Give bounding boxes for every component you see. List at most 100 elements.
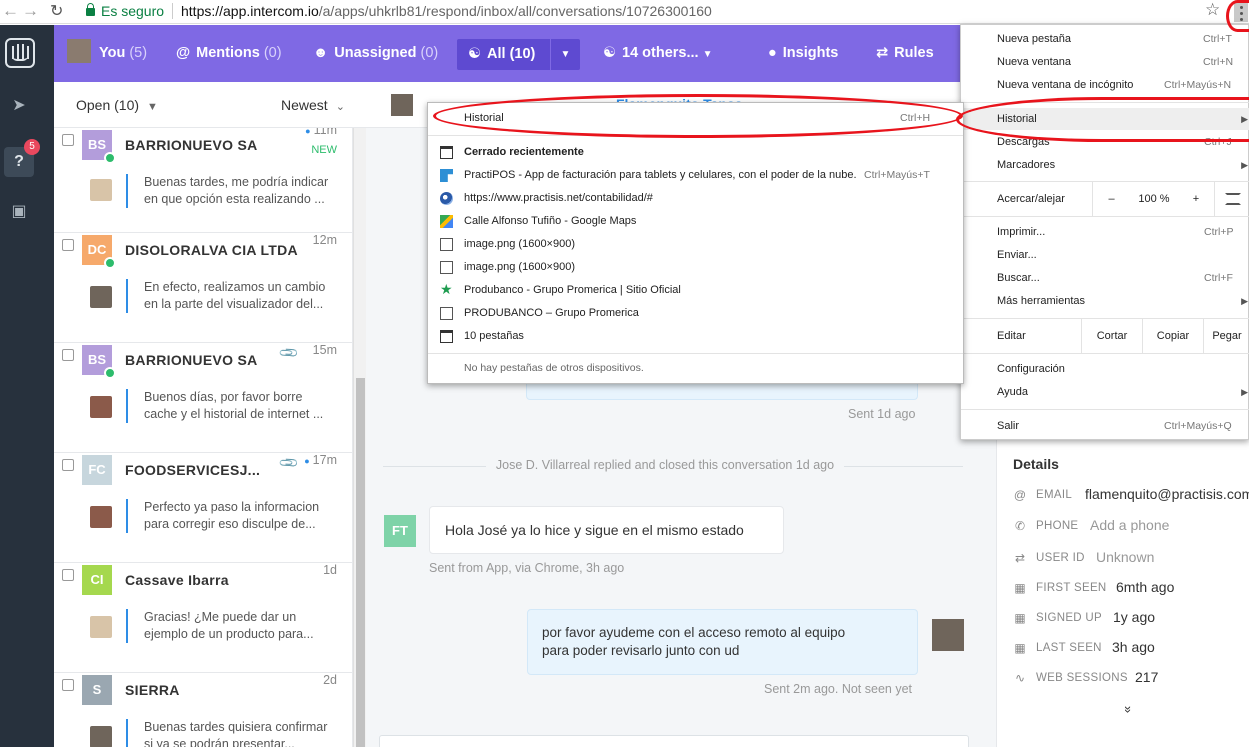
row-checkbox[interactable]	[62, 349, 74, 361]
calendar-icon: ▦	[1014, 641, 1026, 655]
reply-composer[interactable]	[379, 735, 969, 747]
tab-insights[interactable]: ● Insights	[768, 25, 838, 82]
security-indicator[interactable]: Es seguro	[86, 3, 164, 19]
unread-dot-icon: ●	[304, 456, 310, 466]
message-preview: Buenas tardes, me podría indicar en que o…	[126, 174, 336, 208]
star-icon: ★	[440, 281, 453, 297]
calendar-icon: ▦	[1014, 581, 1026, 595]
tab-rules[interactable]: ⇄ Rules	[876, 25, 934, 82]
menu-bookmarks[interactable]: Marcadores ▶	[961, 154, 1249, 176]
menu-find[interactable]: Buscar... Ctrl+F	[961, 267, 1249, 289]
new-badge: NEW	[311, 144, 337, 156]
chevron-down-icon: ⌄	[335, 101, 345, 113]
row-checkbox[interactable]	[62, 569, 74, 581]
chevron-right-icon: ▶	[1241, 160, 1248, 170]
forward-arrow-icon[interactable]: →	[22, 1, 39, 21]
menu-incognito[interactable]: Nueva ventana de incógnito Ctrl+Mayús+N	[961, 74, 1249, 96]
user-avatar	[90, 726, 112, 747]
at-icon: @	[1013, 488, 1027, 502]
history-item[interactable]: image.png (1600×900)	[428, 256, 963, 278]
online-indicator	[104, 257, 116, 269]
menu-cast[interactable]: Enviar...	[961, 244, 1249, 266]
status-filter-dropdown[interactable]: Open (10) ▼	[76, 97, 158, 113]
history-item[interactable]: PractiPOS - App de facturación para tabl…	[428, 164, 963, 186]
search-icon[interactable]: ▣	[8, 201, 30, 223]
avatar: FT	[384, 515, 416, 547]
list-item[interactable]: BS BARRIONUEVO SA 📎 15m Buenos días, por…	[54, 341, 352, 453]
menu-exit[interactable]: Salir Ctrl+Mayús+Q	[961, 415, 1249, 437]
menu-new-window[interactable]: Nueva ventana Ctrl+N	[961, 51, 1249, 73]
chevron-down-icon[interactable]: ▼	[550, 39, 580, 70]
avatar	[391, 94, 413, 116]
history-item[interactable]: https://www.practisis.net/contabilidad/#	[428, 187, 963, 209]
copy-button[interactable]: Copiar	[1142, 319, 1203, 353]
list-scrollbar[interactable]	[353, 128, 366, 747]
detail-email: @ EMAIL flamenquito@practisis.com	[1013, 486, 1249, 502]
detail-user-id: ⇄ USER ID Unknown	[1014, 549, 1155, 565]
list-item[interactable]: BS BARRIONUEVO SA ● 11m NEW Buenas tardes…	[54, 128, 352, 233]
zoom-level: 100 %	[1138, 193, 1170, 205]
users-icon: ☯	[468, 46, 481, 62]
tab-all[interactable]: ☯ All (10) ▼	[457, 39, 580, 70]
row-checkbox[interactable]	[62, 459, 74, 471]
browser-toolbar: ← → ↻ Es seguro https://app.intercom.io/…	[0, 0, 1249, 24]
row-checkbox[interactable]	[62, 134, 74, 146]
cut-button[interactable]: Cortar	[1081, 319, 1142, 353]
user-avatar	[90, 396, 112, 418]
calendar-icon: ▦	[1014, 611, 1026, 625]
list-item[interactable]: CI Cassave Ibarra 1d Gracias! ¿Me puede …	[54, 563, 352, 673]
history-item[interactable]: image.png (1600×900)	[428, 233, 963, 255]
annotation-ellipse	[1226, 0, 1249, 32]
list-item[interactable]: S SIERRA 2d Buenas tardes quisiera confi…	[54, 673, 352, 747]
fullscreen-icon[interactable]	[1214, 182, 1249, 216]
tab-mentions[interactable]: @ Mentions (0)	[176, 25, 282, 82]
rocket-icon[interactable]: ➤	[8, 95, 30, 117]
tab-unassigned[interactable]: ☻ Unassigned (0)	[313, 25, 438, 82]
avatar: S	[82, 675, 112, 705]
reload-icon[interactable]: ↻	[50, 1, 63, 21]
menu-edit: Editar Cortar Copiar Pegar	[961, 319, 1249, 353]
message-preview: Buenas tardes quisiera confirmar si ya se…	[126, 719, 336, 747]
zoom-in-button[interactable]: +	[1178, 182, 1214, 216]
phone-icon: ✆	[1014, 519, 1026, 533]
tab-you[interactable]: You (5)	[67, 25, 147, 82]
menu-print[interactable]: Imprimir... Ctrl+P	[961, 221, 1249, 243]
document-icon	[440, 307, 453, 320]
menu-new-tab[interactable]: Nueva pestaña Ctrl+T	[961, 28, 1249, 50]
address-bar[interactable]: https://app.intercom.io/a/apps/uhkrlb81/…	[181, 3, 712, 19]
sort-dropdown[interactable]: Newest ⌄	[281, 97, 345, 113]
menu-more-tools[interactable]: Más herramientas ▶	[961, 290, 1249, 312]
detail-first-seen: ▦ FIRST SEEN 6mth ago	[1014, 579, 1175, 595]
maps-icon	[440, 215, 453, 228]
list-item[interactable]: DC DISOLORALVA CIA LTDA 12m En efecto, r…	[54, 233, 352, 343]
row-checkbox[interactable]	[62, 239, 74, 251]
paste-button[interactable]: Pegar	[1203, 319, 1249, 353]
avatar: FC	[82, 455, 112, 485]
urlbar-divider	[172, 3, 173, 19]
zoom-out-button[interactable]: –	[1092, 182, 1130, 216]
menu-help[interactable]: Ayuda ▶	[961, 381, 1249, 403]
bookmark-star-icon[interactable]: ☆	[1205, 0, 1220, 20]
list-item[interactable]: FC FOODSERVICESJ... 📎 ● 17m Perfecto ya p…	[54, 452, 352, 563]
chrome-main-menu: Nueva pestaña Ctrl+T Nueva ventana Ctrl+N …	[960, 24, 1249, 440]
detail-web-sessions: ∿ WEB SESSIONS 217	[1014, 669, 1159, 685]
avatar	[932, 619, 964, 651]
history-submenu: Historial Ctrl+H Cerrado recientemente Pr…	[427, 102, 964, 384]
attachment-icon: 📎	[277, 341, 300, 364]
detail-phone: ✆ PHONE Add a phone	[1014, 517, 1170, 533]
online-indicator	[104, 367, 116, 379]
history-item[interactable]: Calle Alfonso Tufiño - Google Maps	[428, 210, 963, 232]
app-rail: ➤ ? 5 ▣	[0, 25, 54, 747]
menu-settings[interactable]: Configuración	[961, 358, 1249, 380]
detail-last-seen: ▦ LAST SEEN 3h ago	[1014, 639, 1155, 655]
intercom-logo-icon[interactable]	[5, 38, 35, 68]
tab-others[interactable]: ☯ 14 others... ▼	[603, 25, 713, 82]
back-arrow-icon[interactable]: ←	[2, 1, 19, 21]
expand-details-icon[interactable]: »	[1121, 706, 1136, 713]
history-item[interactable]: PRODUBANCO – Grupo Promerica	[428, 302, 963, 324]
history-item[interactable]: ★ Produbanco - Grupo Promerica | Sitio Of…	[428, 279, 963, 301]
history-item[interactable]: 10 pestañas	[428, 325, 963, 347]
scrollbar-thumb[interactable]	[356, 378, 365, 747]
row-checkbox[interactable]	[62, 679, 74, 691]
annotation-ellipse	[433, 94, 963, 138]
